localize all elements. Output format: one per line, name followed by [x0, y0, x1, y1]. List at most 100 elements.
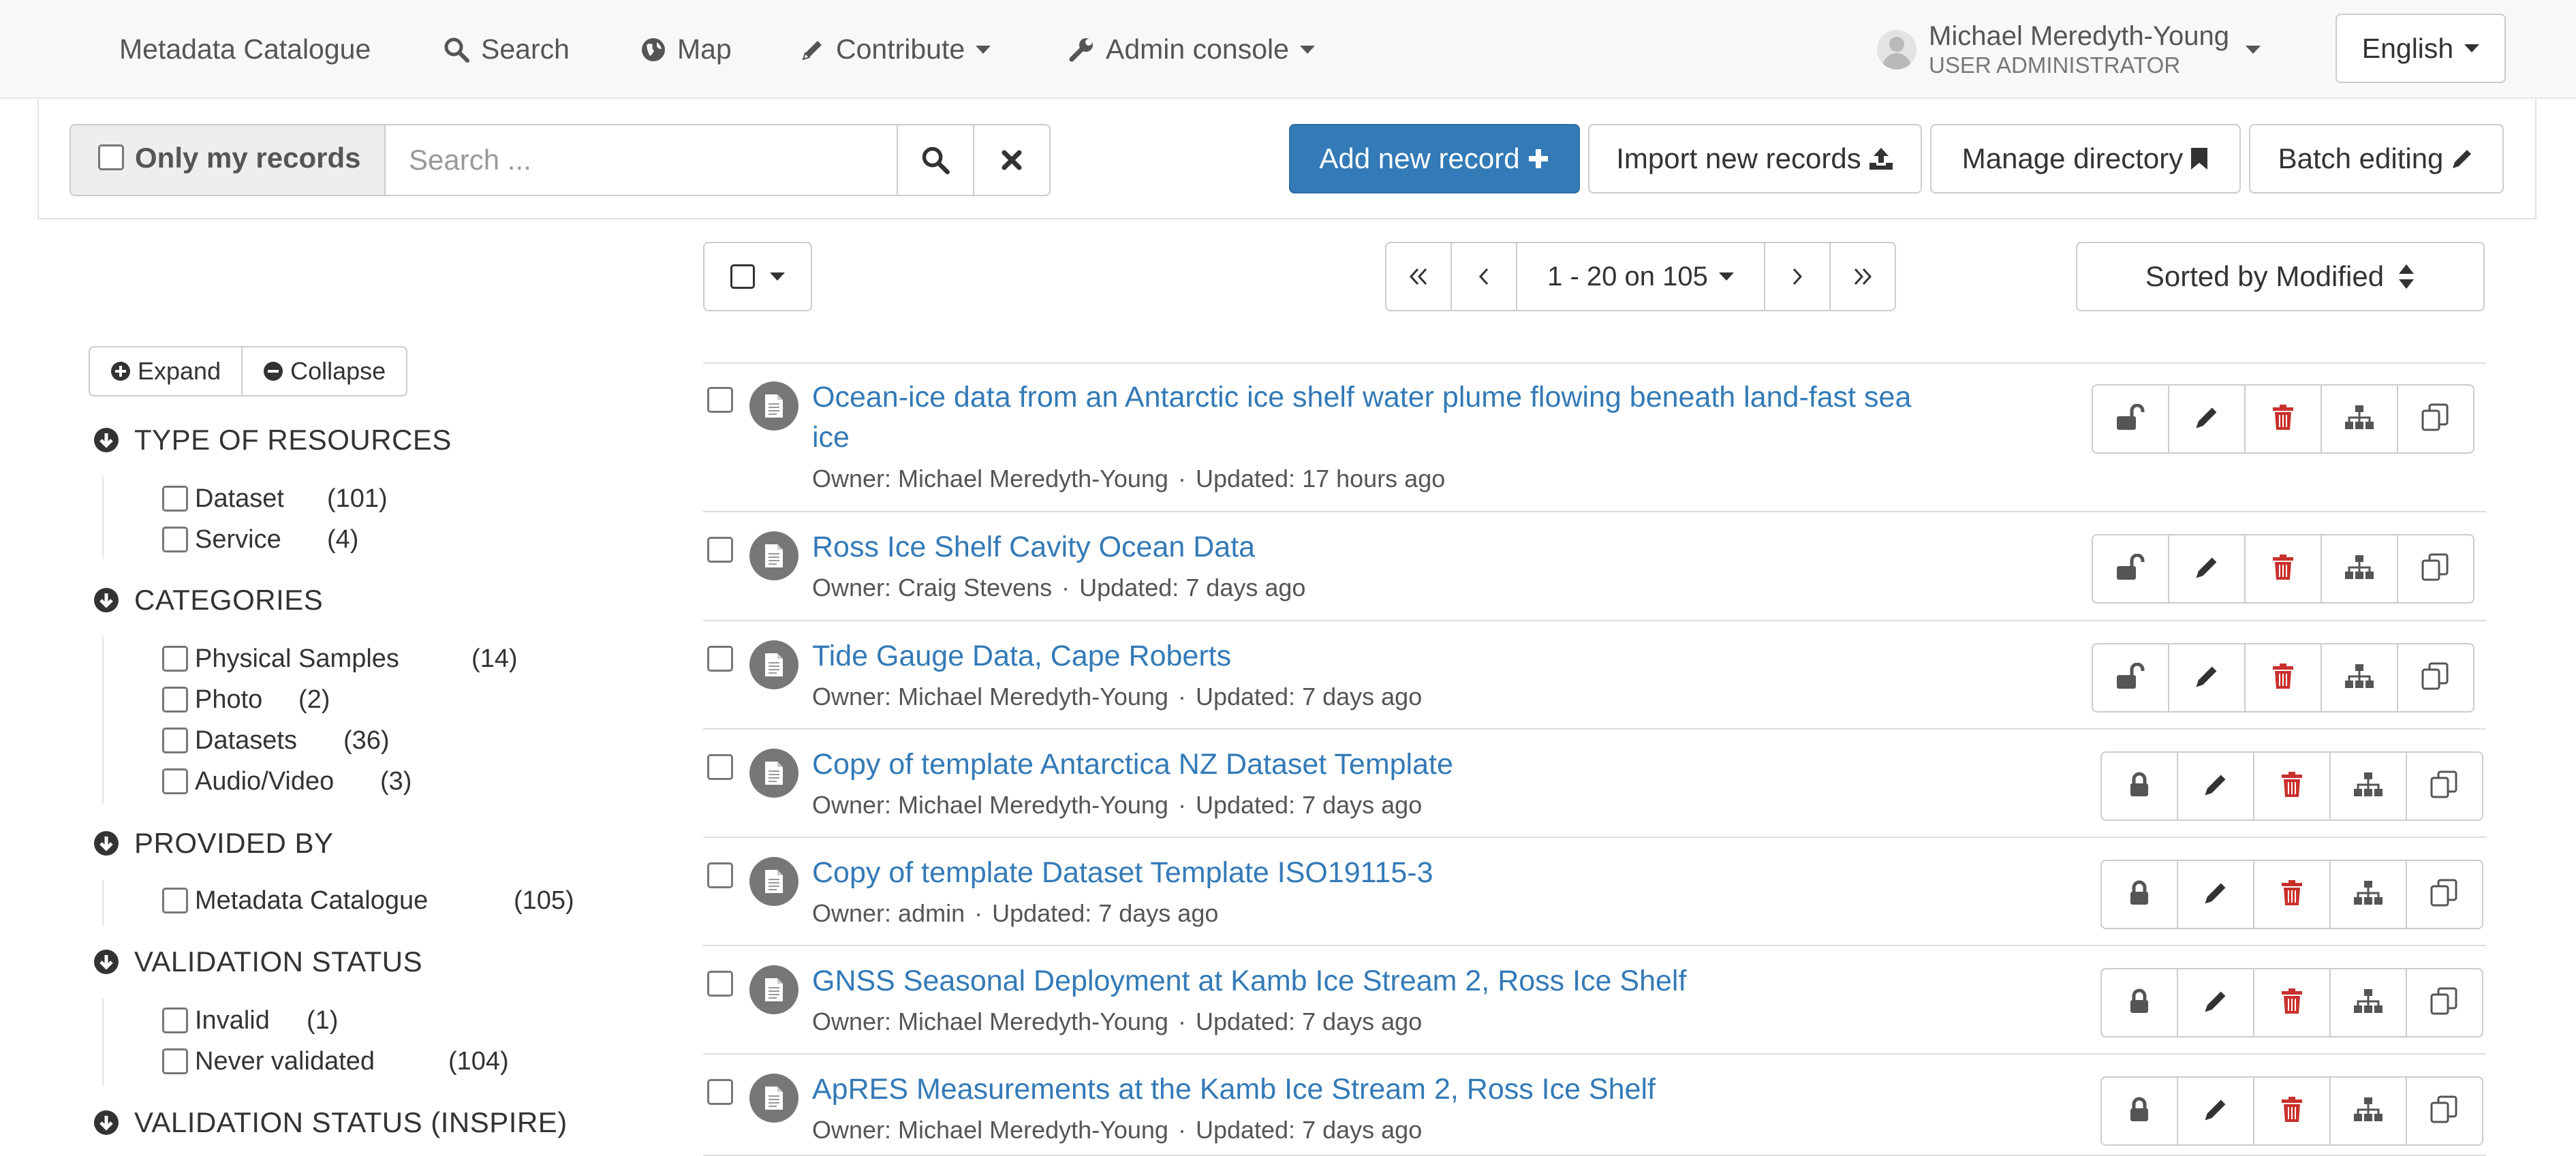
edit-record-button[interactable] — [2177, 751, 2254, 821]
record-title-link[interactable]: ApRES Measurements at the Kamb Ice Strea… — [812, 1069, 1916, 1110]
row-select[interactable] — [707, 1079, 733, 1108]
row-checkbox[interactable] — [707, 971, 733, 997]
row-select[interactable] — [707, 971, 733, 1000]
record-hierarchy-button[interactable] — [2321, 643, 2398, 713]
facet-checkbox[interactable] — [162, 646, 188, 672]
delete-record-button[interactable] — [2244, 643, 2322, 713]
record-hierarchy-button[interactable] — [2321, 534, 2398, 604]
edit-record-button[interactable] — [2177, 860, 2254, 929]
row-checkbox[interactable] — [707, 862, 733, 888]
duplicate-record-button[interactable] — [2406, 968, 2483, 1037]
next-page-button[interactable] — [1764, 242, 1831, 311]
duplicate-record-button[interactable] — [2406, 751, 2483, 821]
facet-categories-header[interactable]: CATEGORIES — [93, 580, 323, 621]
add-new-record-button[interactable]: Add new record — [1289, 124, 1580, 193]
record-title-link[interactable]: Tide Gauge Data, Cape Roberts — [812, 636, 1916, 676]
facet-provided-by-header[interactable]: PROVIDED BY — [93, 823, 334, 864]
facet-type-of-resources-header[interactable]: TYPE OF RESOURCES — [93, 420, 452, 460]
duplicate-record-button[interactable] — [2397, 384, 2474, 454]
delete-record-button[interactable] — [2253, 860, 2331, 929]
row-checkbox[interactable] — [707, 754, 733, 780]
only-my-records-toggle[interactable]: Only my records — [69, 124, 386, 196]
only-my-records-checkbox[interactable] — [98, 144, 124, 170]
last-page-button[interactable] — [1829, 242, 1896, 311]
record-title-link[interactable]: Copy of template Dataset Template ISO191… — [812, 853, 1916, 893]
record-hierarchy-button[interactable] — [2329, 968, 2407, 1037]
facet-checkbox[interactable] — [162, 728, 188, 753]
toggle-privileges-button[interactable] — [2092, 643, 2169, 713]
facet-item-photo[interactable]: Photo (2) — [162, 681, 330, 719]
facet-checkbox[interactable] — [162, 1048, 188, 1074]
duplicate-record-button[interactable] — [2406, 860, 2483, 929]
nav-brand-link[interactable]: Metadata Catalogue — [119, 0, 371, 99]
facet-checkbox[interactable] — [162, 1007, 188, 1033]
facet-validation-status-inspire-header[interactable]: VALIDATION STATUS (INSPIRE) — [93, 1102, 568, 1143]
select-all-checkbox[interactable] — [730, 264, 755, 289]
nav-search-link[interactable]: Search — [443, 0, 570, 99]
delete-record-button[interactable] — [2253, 968, 2331, 1037]
edit-record-button[interactable] — [2168, 534, 2246, 604]
clear-search-button[interactable] — [973, 124, 1051, 196]
record-hierarchy-button[interactable] — [2321, 384, 2398, 454]
facet-item-invalid[interactable]: Invalid (1) — [162, 1001, 338, 1040]
previous-page-button[interactable] — [1450, 242, 1517, 311]
toggle-privileges-button[interactable] — [2100, 751, 2178, 821]
user-menu[interactable]: Michael Meredyth-Young USER ADMINISTRATO… — [1877, 14, 2261, 85]
toggle-privileges-button[interactable] — [2100, 1076, 2178, 1146]
facet-item-metadata-catalogue[interactable]: Metadata Catalogue (105) — [162, 881, 574, 920]
search-input[interactable] — [384, 124, 898, 196]
record-hierarchy-button[interactable] — [2329, 1076, 2407, 1146]
nav-contribute-menu[interactable]: Contribute — [801, 0, 991, 99]
row-select[interactable] — [707, 646, 733, 675]
collapse-all-button[interactable]: Collapse — [243, 346, 408, 396]
facet-checkbox[interactable] — [162, 768, 188, 794]
duplicate-record-button[interactable] — [2406, 1076, 2483, 1146]
record-hierarchy-button[interactable] — [2329, 751, 2407, 821]
row-checkbox[interactable] — [707, 646, 733, 672]
facet-checkbox[interactable] — [162, 527, 188, 552]
delete-record-button[interactable] — [2253, 1076, 2331, 1146]
delete-record-button[interactable] — [2244, 384, 2322, 454]
import-new-records-button[interactable]: Import new records — [1588, 124, 1922, 193]
row-checkbox[interactable] — [707, 387, 733, 413]
toggle-privileges-button[interactable] — [2092, 384, 2169, 454]
row-select[interactable] — [707, 387, 733, 416]
row-select[interactable] — [707, 862, 733, 892]
record-title-link[interactable]: Ocean-ice data from an Antarctic ice she… — [812, 377, 1916, 458]
record-title-link[interactable]: Copy of template Antarctica NZ Dataset T… — [812, 745, 1916, 785]
first-page-button[interactable] — [1385, 242, 1452, 311]
search-button[interactable] — [897, 124, 974, 196]
row-checkbox[interactable] — [707, 537, 733, 563]
duplicate-record-button[interactable] — [2397, 643, 2474, 713]
delete-record-button[interactable] — [2244, 534, 2322, 604]
facet-item-audio-video[interactable]: Audio/Video (3) — [162, 762, 412, 800]
batch-editing-button[interactable]: Batch editing — [2249, 124, 2504, 193]
record-title-link[interactable]: Ross Ice Shelf Cavity Ocean Data — [812, 527, 1916, 567]
edit-record-button[interactable] — [2177, 1076, 2254, 1146]
facet-item-physical-samples[interactable]: Physical Samples (14) — [162, 640, 518, 678]
duplicate-record-button[interactable] — [2397, 534, 2474, 604]
facet-item-service[interactable]: Service (4) — [162, 520, 358, 559]
edit-record-button[interactable] — [2168, 643, 2246, 713]
toggle-privileges-button[interactable] — [2100, 860, 2178, 929]
record-hierarchy-button[interactable] — [2329, 860, 2407, 929]
nav-map-link[interactable]: Map — [640, 0, 732, 99]
expand-all-button[interactable]: Expand — [89, 346, 243, 396]
toggle-privileges-button[interactable] — [2092, 534, 2169, 604]
edit-record-button[interactable] — [2168, 384, 2246, 454]
record-title-link[interactable]: GNSS Seasonal Deployment at Kamb Ice Str… — [812, 961, 1916, 1001]
edit-record-button[interactable] — [2177, 968, 2254, 1037]
facet-checkbox[interactable] — [162, 687, 188, 713]
language-selector[interactable]: English — [2336, 14, 2506, 83]
row-select[interactable] — [707, 754, 733, 783]
facet-checkbox[interactable] — [162, 888, 188, 913]
facet-item-never-validated[interactable]: Never validated (104) — [162, 1042, 509, 1080]
page-range-dropdown[interactable]: 1 - 20 on 105 — [1516, 242, 1765, 311]
sort-dropdown[interactable]: Sorted by Modified — [2076, 242, 2485, 311]
nav-admin-menu[interactable]: Admin console — [1068, 0, 1315, 99]
row-select[interactable] — [707, 537, 733, 566]
manage-directory-button[interactable]: Manage directory — [1930, 124, 2241, 193]
facet-validation-status-header[interactable]: VALIDATION STATUS — [93, 941, 422, 982]
row-checkbox[interactable] — [707, 1079, 733, 1105]
toggle-privileges-button[interactable] — [2100, 968, 2178, 1037]
